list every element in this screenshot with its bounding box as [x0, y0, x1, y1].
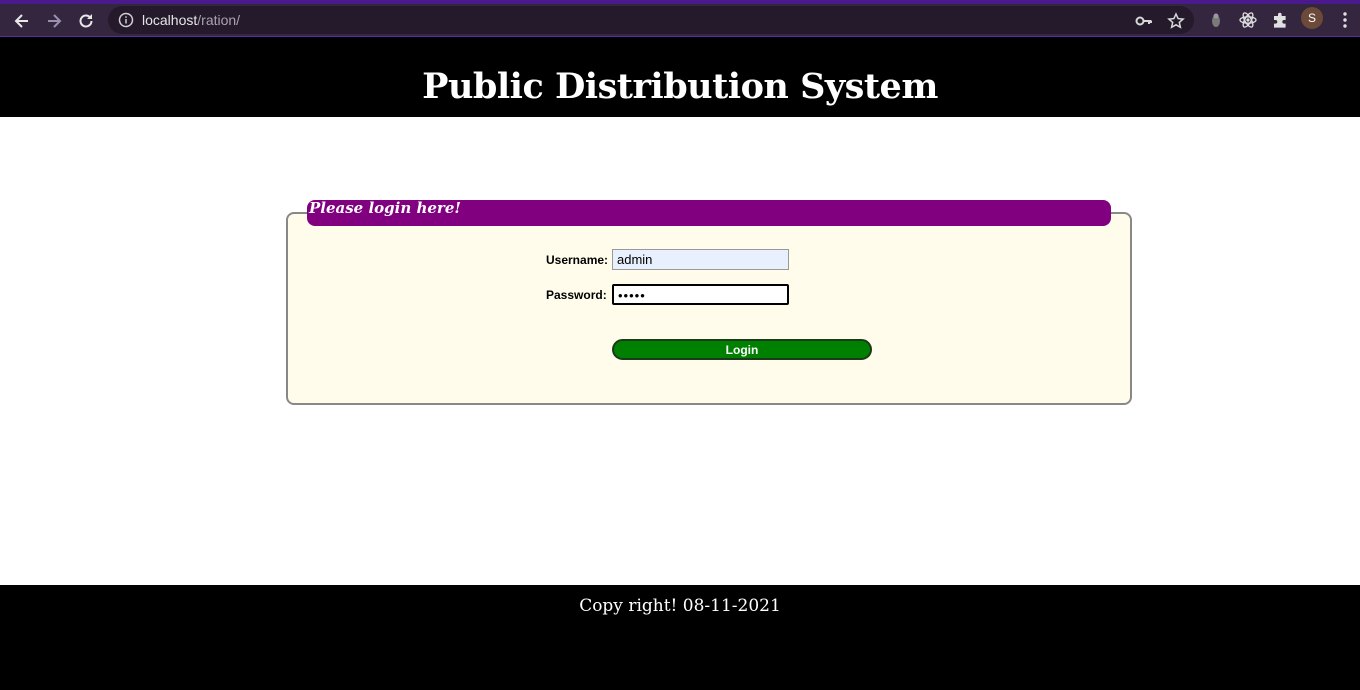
back-icon[interactable]	[9, 8, 35, 34]
password-label: Password:	[546, 288, 607, 302]
username-field[interactable]: admin	[612, 249, 789, 270]
url-text: localhost/ration/	[142, 12, 241, 28]
star-icon[interactable]	[1167, 12, 1185, 30]
login-legend-text: Please login here!	[309, 199, 461, 217]
info-icon[interactable]	[118, 12, 134, 28]
browser-toolbar: localhost/ration/ S	[0, 0, 1360, 37]
puzzle-icon[interactable]	[1270, 10, 1290, 30]
react-icon[interactable]	[1238, 10, 1258, 30]
username-label: Username:	[546, 253, 609, 267]
password-field[interactable]: •••••	[612, 284, 789, 305]
key-icon[interactable]	[1135, 12, 1153, 30]
extension-mask-icon[interactable]	[1206, 10, 1226, 30]
profile-avatar[interactable]: S	[1301, 7, 1323, 29]
page-footer: Copy right! 08-11-2021	[0, 585, 1360, 690]
page-header: Public Distribution System	[0, 37, 1360, 117]
page-title: Public Distribution System	[422, 66, 938, 107]
menu-icon[interactable]	[1335, 10, 1355, 30]
login-legend: Please login here!	[307, 200, 1111, 226]
login-fieldset	[286, 212, 1132, 405]
reload-icon[interactable]	[73, 8, 99, 34]
address-bar[interactable]: localhost/ration/	[108, 6, 1194, 34]
copyright-text: Copy right! 08-11-2021	[579, 596, 781, 616]
login-button[interactable]: Login	[612, 339, 872, 360]
forward-icon[interactable]	[41, 8, 67, 34]
